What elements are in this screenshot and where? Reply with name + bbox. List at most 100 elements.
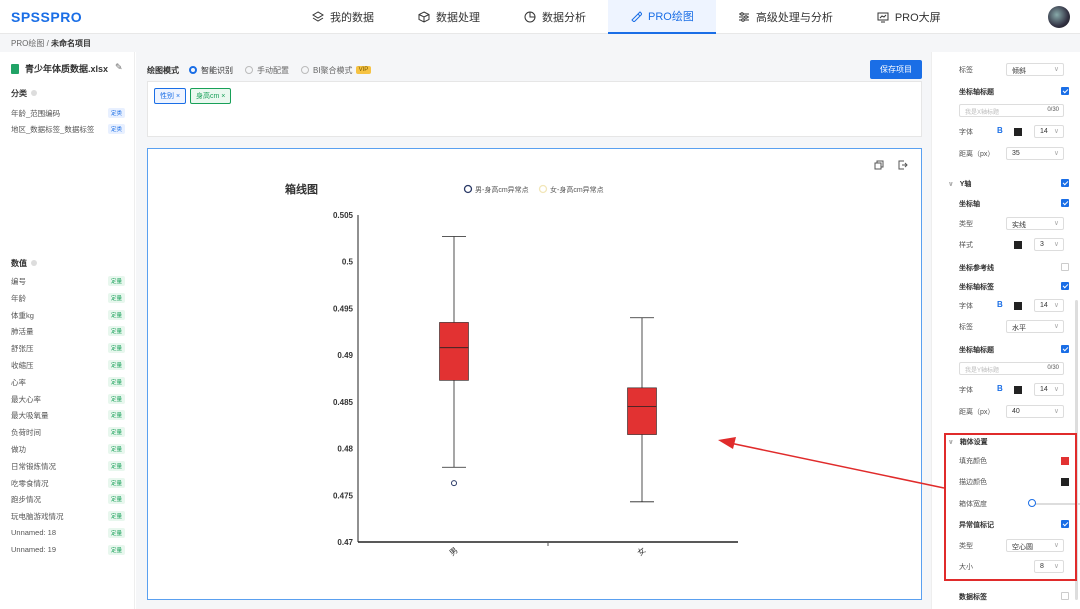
variable-item[interactable]: 体重kg 定量 <box>11 309 125 322</box>
variable-item[interactable]: 日常锻炼情况 定量 <box>11 460 125 473</box>
nav-label: 数据分析 <box>542 12 586 24</box>
nav-my-data[interactable]: 我的数据 <box>290 0 396 34</box>
nav-label: 数据处理 <box>436 12 480 24</box>
bold-toggle[interactable]: B <box>997 300 1003 309</box>
help-icon[interactable] <box>31 90 37 96</box>
variable-item[interactable]: 心率 定量 <box>11 376 125 389</box>
variable-type-badge: 定量 <box>107 410 125 421</box>
mode-bar: 绘图模式 智能识别 手动配置 BI聚合模式 VIP 保存项目 <box>147 60 922 80</box>
breadcrumb-current: 未命名项目 <box>51 39 92 48</box>
variable-name: 舒张压 <box>11 344 34 354</box>
font-color-swatch[interactable] <box>1014 128 1022 136</box>
variable-item[interactable]: 最大吸氧量 定量 <box>11 410 125 422</box>
field-drop-zone[interactable]: 性别 × 身高cm × <box>147 81 922 137</box>
variable-name: 地区_数据标签_数据标签 <box>11 125 95 134</box>
y-axis-section[interactable]: ∨ Y轴 <box>948 177 1069 191</box>
variable-item[interactable]: 跑步情况 定量 <box>11 494 125 506</box>
x-distance-select[interactable]: 35 <box>1006 147 1064 160</box>
variable-name: 年龄 <box>11 293 26 303</box>
row-label: 坐标轴 <box>959 201 980 208</box>
font-color-swatch[interactable] <box>1014 302 1022 310</box>
nav-pro-chart[interactable]: PRO绘图 <box>608 0 716 34</box>
variable-type-badge: 定量 <box>107 544 125 555</box>
mode-manual-radio[interactable]: 手动配置 <box>245 65 289 76</box>
mode-manual-label: 手动配置 <box>257 65 289 75</box>
logo[interactable]: SPSSPRO <box>11 9 82 25</box>
variable-item[interactable]: Unnamed: 19 定量 <box>11 544 125 557</box>
char-count: 0/30 <box>1047 365 1059 371</box>
y-tick-label-checkbox[interactable] <box>1061 282 1069 290</box>
y-style-select[interactable]: 3 <box>1034 238 1064 251</box>
font-color-swatch[interactable] <box>1014 386 1022 394</box>
mode-bi-radio[interactable]: BI聚合模式 VIP <box>301 65 372 76</box>
variable-type-badge: 定量 <box>107 360 125 370</box>
y-axis-title-input[interactable]: 我是Y轴标题 0/30 <box>959 362 1064 375</box>
variable-item[interactable]: 玩电脑游戏情况 定量 <box>11 511 125 523</box>
y-distance-row: 距离（px） 40 <box>959 405 1069 419</box>
variable-item[interactable]: 做功 定量 <box>11 444 125 456</box>
row-label: 字体 <box>959 129 973 136</box>
y-label-dir-row: 标签 水平 <box>959 320 1069 334</box>
nav-pro-screen[interactable]: PRO大屏 <box>855 0 963 34</box>
variable-type-badge: 定量 <box>107 292 125 303</box>
y-coord-checkbox[interactable] <box>1061 199 1069 207</box>
y-type-select[interactable]: 实线 <box>1006 217 1064 230</box>
x-axis-title-input-row: 我是X轴标题 0/30 <box>959 104 1069 118</box>
edit-icon[interactable]: ✎ <box>115 62 123 73</box>
save-project-button[interactable]: 保存项目 <box>870 60 922 79</box>
x-axis-title-checkbox[interactable] <box>1061 87 1069 95</box>
field-chip-height[interactable]: 身高cm × <box>190 88 232 104</box>
variable-item[interactable]: 肺活量 定量 <box>11 326 125 338</box>
x-distance-row: 距离（px） 35 <box>959 147 1069 161</box>
x-label-select[interactable]: 倾斜 <box>1006 63 1064 76</box>
nav-data-analysis[interactable]: 数据分析 <box>502 0 608 34</box>
font-size-select[interactable]: 14 <box>1034 299 1064 312</box>
x-axis-title-input[interactable]: 我是X轴标题 0/30 <box>959 104 1064 117</box>
variable-panel: 青少年体质数据.xlsx ✎ 分类 年龄_范围编码 定类 地区_数据标签_数据标签定… <box>0 52 135 609</box>
chart-canvas[interactable]: 箱线图 男-身高cm异常点 女-身高cm异常点 0.505 0.5 0.495 0.49 0.… <box>147 148 922 600</box>
line-color-swatch[interactable] <box>1014 241 1022 249</box>
variable-type-badge: 定量 <box>107 460 125 471</box>
nav-advanced[interactable]: 高级处理与分析 <box>716 0 855 34</box>
row-label: 距离（px） <box>959 151 995 158</box>
font-size-select[interactable]: 14 <box>1034 383 1064 396</box>
y-ref-checkbox[interactable] <box>1061 263 1069 271</box>
legend-marker <box>538 184 548 194</box>
y-axis-checkbox[interactable] <box>1061 179 1069 187</box>
outlier-point <box>451 480 457 487</box>
variable-item[interactable]: 舒张压 定量 <box>11 343 125 355</box>
variable-name: 最大心率 <box>11 394 41 404</box>
bold-toggle[interactable]: B <box>997 126 1003 135</box>
chip-label: 身高cm <box>196 93 220 100</box>
variable-item[interactable]: 编号 定量 <box>11 276 125 288</box>
y-tick-label: 0.495 <box>333 304 354 313</box>
variable-item[interactable]: 负荷时间 定量 <box>11 427 125 439</box>
variable-item[interactable]: 年龄_范围编码 定类 <box>11 108 125 120</box>
variable-item[interactable]: 地区_数据标签_数据标签 定类 <box>11 124 125 136</box>
mode-smart-radio[interactable]: 智能识别 <box>189 65 233 76</box>
variable-item[interactable]: 最大心率 定量 <box>11 393 125 406</box>
section-label: Y轴 <box>959 181 972 188</box>
avatar[interactable] <box>1048 6 1070 28</box>
y-tick-label: 0.485 <box>333 398 354 407</box>
y-ref-row: 坐标参考线 <box>959 261 1069 275</box>
variable-item[interactable]: 年龄 定量 <box>11 292 125 305</box>
variable-item[interactable]: Unnamed: 18 定量 <box>11 528 125 540</box>
breadcrumb-root[interactable]: PRO绘图 <box>11 39 44 48</box>
y-label-dir-select[interactable]: 水平 <box>1006 320 1064 333</box>
variable-name: 体重kg <box>11 310 34 320</box>
data-label-checkbox[interactable] <box>1061 592 1069 600</box>
help-icon[interactable] <box>31 260 37 266</box>
variable-item[interactable]: 收缩压 定量 <box>11 360 125 372</box>
nav-data-processing[interactable]: 数据处理 <box>396 0 502 34</box>
bold-toggle[interactable]: B <box>997 384 1003 393</box>
y-axis-title-checkbox[interactable] <box>1061 345 1069 353</box>
variable-item[interactable]: 吃零食情况 定量 <box>11 477 125 490</box>
y-distance-select[interactable]: 40 <box>1006 405 1064 418</box>
variable-name: 玩电脑游戏情况 <box>11 512 64 522</box>
font-size-select[interactable]: 14 <box>1034 125 1064 138</box>
layers-icon <box>312 11 324 22</box>
field-chip-gender[interactable]: 性别 × <box>154 88 187 104</box>
brush-icon <box>631 11 642 22</box>
variable-type-badge: 定量 <box>107 427 125 438</box>
